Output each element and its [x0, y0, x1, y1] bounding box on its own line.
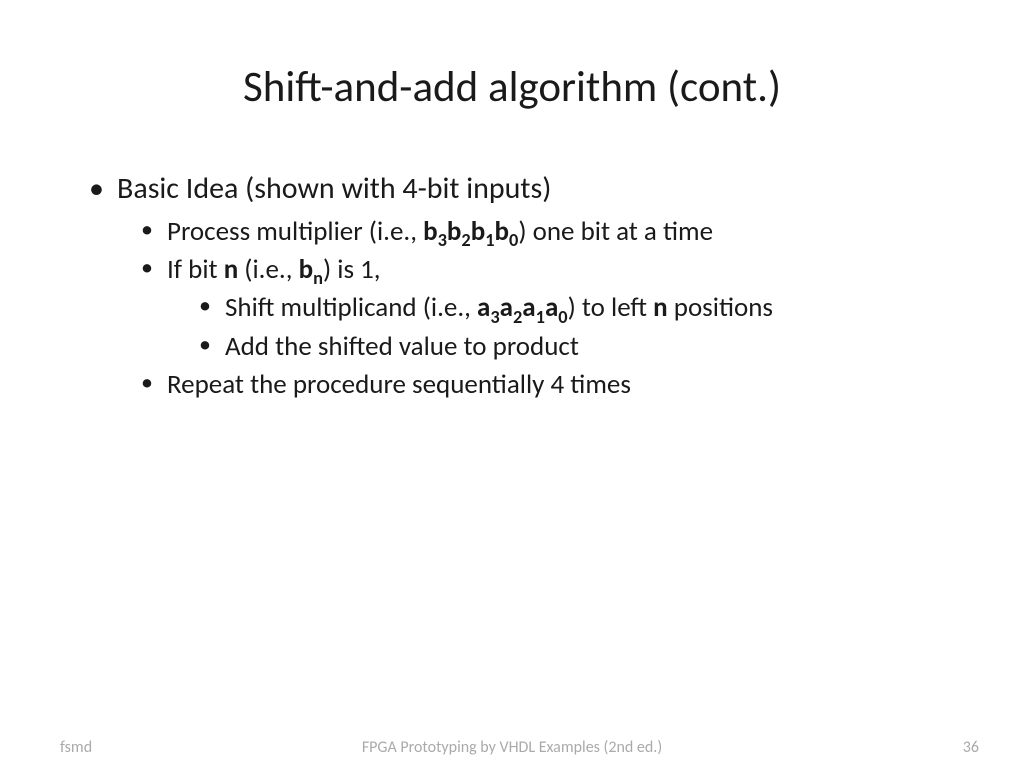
- sym-a3: a: [477, 291, 490, 324]
- text: ) is 1,: [323, 253, 381, 286]
- slide-body: Basic Idea (shown with 4-bit inputs) Pro…: [85, 170, 954, 406]
- text: Shift multiplicand (i.e.,: [225, 291, 477, 324]
- bullet-l1-basic-idea: Basic Idea (shown with 4-bit inputs) Pro…: [85, 170, 954, 404]
- sym-n: n: [224, 253, 239, 286]
- sub-3: 3: [490, 306, 499, 328]
- sym-bn-b: b: [299, 253, 314, 286]
- bullet-l2-process-multiplier: Process multiplier (i.e., b3b2b1b0) one …: [137, 214, 954, 250]
- sub-0: 0: [558, 306, 567, 328]
- text: ) to left: [568, 291, 654, 324]
- footer-center: FPGA Prototyping by VHDL Examples (2nd e…: [0, 738, 1024, 757]
- sub-2: 2: [461, 229, 470, 251]
- sym-n: n: [653, 291, 668, 324]
- sym-a1: a: [522, 291, 535, 324]
- bullet-l2-if-bit-n: If bit n (i.e., bn) is 1, Shift multipli…: [137, 252, 954, 365]
- slide-title: Shift-and-add algorithm (cont.): [0, 60, 1024, 113]
- text: If bit: [167, 253, 224, 286]
- bullet-l2-repeat: Repeat the procedure sequentially 4 time…: [137, 367, 954, 403]
- sub-3: 3: [438, 229, 447, 251]
- text: positions: [668, 291, 773, 324]
- sym-b0: b: [495, 215, 510, 248]
- sym-a2: a: [500, 291, 513, 324]
- sym-b2: b: [447, 215, 462, 248]
- footer-page-number: 36: [963, 738, 979, 757]
- slide: Shift-and-add algorithm (cont.) Basic Id…: [0, 0, 1024, 768]
- text: Add the shifted value to product: [225, 330, 579, 363]
- sub-0: 0: [509, 229, 518, 251]
- sym-b1: b: [471, 215, 486, 248]
- text: (i.e.,: [238, 253, 298, 286]
- text: Repeat the procedure sequentially 4 time…: [167, 368, 631, 401]
- text: Process multiplier (i.e.,: [167, 215, 423, 248]
- bullet-l3-shift-multiplicand: Shift multiplicand (i.e., a3a2a1a0) to l…: [195, 290, 954, 326]
- bullet-l3-add-shifted: Add the shifted value to product: [195, 329, 954, 365]
- text: ) one bit at a time: [518, 215, 713, 248]
- sym-b3: b: [423, 215, 438, 248]
- sub-2: 2: [513, 306, 522, 328]
- text: Basic Idea (shown with 4-bit inputs): [117, 170, 551, 207]
- sub-1: 1: [536, 306, 545, 328]
- sym-a0: a: [545, 291, 558, 324]
- sub-n: n: [313, 267, 323, 289]
- sub-1: 1: [485, 229, 494, 251]
